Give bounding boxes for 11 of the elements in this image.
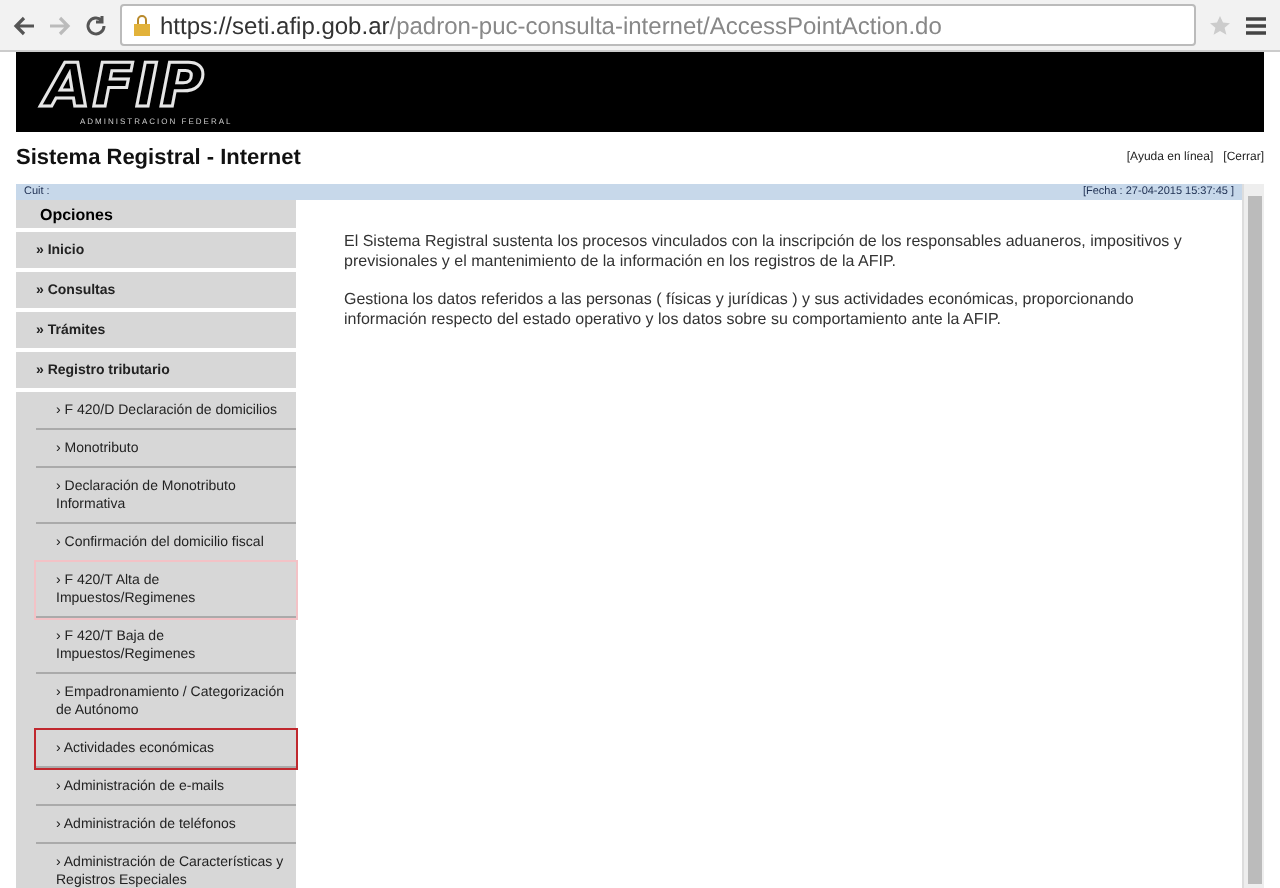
description-paragraph: Gestiona los datos referidos a las personas ( físicas y jurídicas ) y sus actividades económicas, proporcionando información respecto del estado operativo y los datos sobre su comportamiento ante la AFIP. — [344, 290, 1136, 330]
star-icon[interactable] — [1208, 13, 1232, 37]
address-field[interactable]: https://seti.afip.gob.ar/padron-puc-consulta-internet/AccessPointAction.do — [120, 4, 1196, 46]
scrollbar[interactable] — [1242, 184, 1264, 888]
description-paragraph: El Sistema Registral sustenta los procesos vinculados con la inscripción de los responsables aduaneros, impositivos y previsionales y el mantenimiento de la información en los registros de la AFIP. — [344, 232, 1184, 272]
back-icon[interactable] — [12, 13, 36, 37]
lock-icon — [130, 13, 154, 37]
sidebar-title: Opciones — [16, 200, 296, 232]
page-title: Sistema Registral - Internet — [16, 146, 303, 170]
reload-icon[interactable] — [84, 13, 108, 37]
menu-icon[interactable] — [1244, 13, 1268, 37]
